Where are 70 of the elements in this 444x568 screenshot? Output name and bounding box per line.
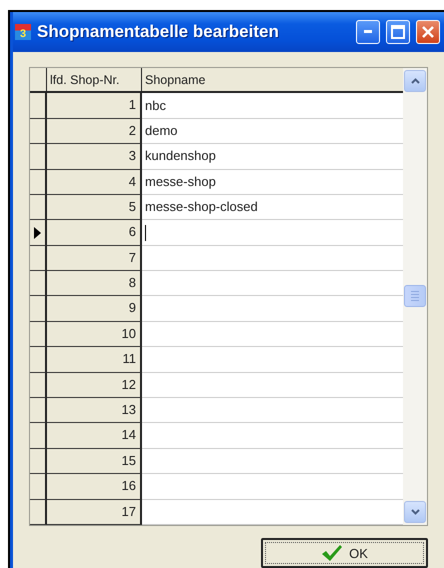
table-cell[interactable]: nbc bbox=[142, 93, 403, 119]
table-cell: 9 bbox=[47, 296, 142, 322]
table-cell[interactable] bbox=[142, 296, 403, 322]
maximize-icon bbox=[391, 24, 405, 39]
current-row-icon bbox=[34, 226, 41, 238]
close-button[interactable] bbox=[416, 20, 440, 44]
table-cell: 8 bbox=[47, 271, 142, 296]
table-cell[interactable] bbox=[142, 246, 403, 272]
table-cell[interactable] bbox=[142, 474, 403, 500]
table-cell[interactable]: kundenshop bbox=[142, 144, 403, 170]
row-indicator[interactable] bbox=[30, 271, 47, 296]
table-cell[interactable]: messe-shop-closed bbox=[142, 194, 403, 220]
table-cell: 1 bbox=[47, 93, 142, 119]
table-cell: 5 bbox=[47, 194, 142, 220]
row-indicator[interactable] bbox=[30, 347, 47, 373]
table-cell: 7 bbox=[47, 246, 142, 272]
vertical-scrollbar[interactable] bbox=[403, 68, 427, 525]
app-icon: 3 bbox=[15, 24, 31, 40]
maximize-button[interactable] bbox=[386, 20, 410, 44]
table-cell[interactable] bbox=[142, 423, 403, 449]
row-indicator[interactable] bbox=[30, 500, 47, 525]
chevron-down-icon bbox=[410, 509, 420, 515]
table-cell[interactable]: demo bbox=[142, 118, 403, 144]
row-indicator[interactable] bbox=[30, 423, 47, 449]
minimize-icon bbox=[364, 30, 372, 34]
table-cell: 12 bbox=[47, 372, 142, 398]
table-cell[interactable] bbox=[142, 448, 403, 474]
table-cell[interactable] bbox=[142, 372, 403, 398]
table-cell: 2 bbox=[47, 118, 142, 144]
row-indicator[interactable] bbox=[30, 220, 47, 246]
table-cell: 17 bbox=[47, 500, 142, 525]
table-cell: 14 bbox=[47, 423, 142, 449]
table-cell[interactable] bbox=[142, 500, 403, 525]
row-indicator[interactable] bbox=[30, 448, 47, 474]
table-cell[interactable] bbox=[142, 271, 403, 296]
table-cell[interactable] bbox=[142, 398, 403, 424]
text-cursor bbox=[145, 224, 146, 240]
column-header[interactable]: lfd. Shop-Nr. bbox=[47, 68, 142, 94]
checkmark-icon bbox=[321, 544, 344, 562]
row-indicator[interactable] bbox=[30, 398, 47, 424]
row-indicator[interactable] bbox=[30, 322, 47, 348]
row-indicator[interactable] bbox=[30, 93, 47, 119]
scroll-up-button[interactable] bbox=[404, 70, 426, 92]
scroll-thumb[interactable] bbox=[404, 285, 426, 308]
table-cell[interactable] bbox=[142, 322, 403, 348]
scroll-down-button[interactable] bbox=[404, 501, 426, 523]
table-cell: 11 bbox=[47, 347, 142, 373]
table-cell[interactable] bbox=[142, 220, 403, 246]
row-indicator[interactable] bbox=[30, 246, 47, 272]
row-indicator[interactable] bbox=[30, 372, 47, 398]
table-cell: 4 bbox=[47, 170, 142, 195]
ok-button[interactable]: OK bbox=[261, 538, 428, 568]
close-icon bbox=[421, 24, 435, 39]
minimize-button[interactable] bbox=[356, 20, 380, 44]
row-indicator[interactable] bbox=[30, 170, 47, 195]
table-cell: 16 bbox=[47, 474, 142, 500]
row-indicator[interactable] bbox=[30, 144, 47, 170]
row-indicator[interactable] bbox=[30, 118, 47, 144]
table-cell[interactable]: messe-shop bbox=[142, 170, 403, 195]
table-cell: 10 bbox=[47, 322, 142, 348]
table-cell: 13 bbox=[47, 398, 142, 424]
row-indicator[interactable] bbox=[30, 194, 47, 220]
chevron-up-icon bbox=[410, 78, 420, 84]
table-cell: 6 bbox=[47, 220, 142, 246]
table-cell: 3 bbox=[47, 144, 142, 170]
row-indicator[interactable] bbox=[30, 474, 47, 500]
table-cell: 15 bbox=[47, 448, 142, 474]
row-indicator[interactable] bbox=[30, 296, 47, 322]
table-cell[interactable] bbox=[142, 347, 403, 373]
window-title: Shopnamentabelle bearbeiten bbox=[37, 22, 280, 42]
